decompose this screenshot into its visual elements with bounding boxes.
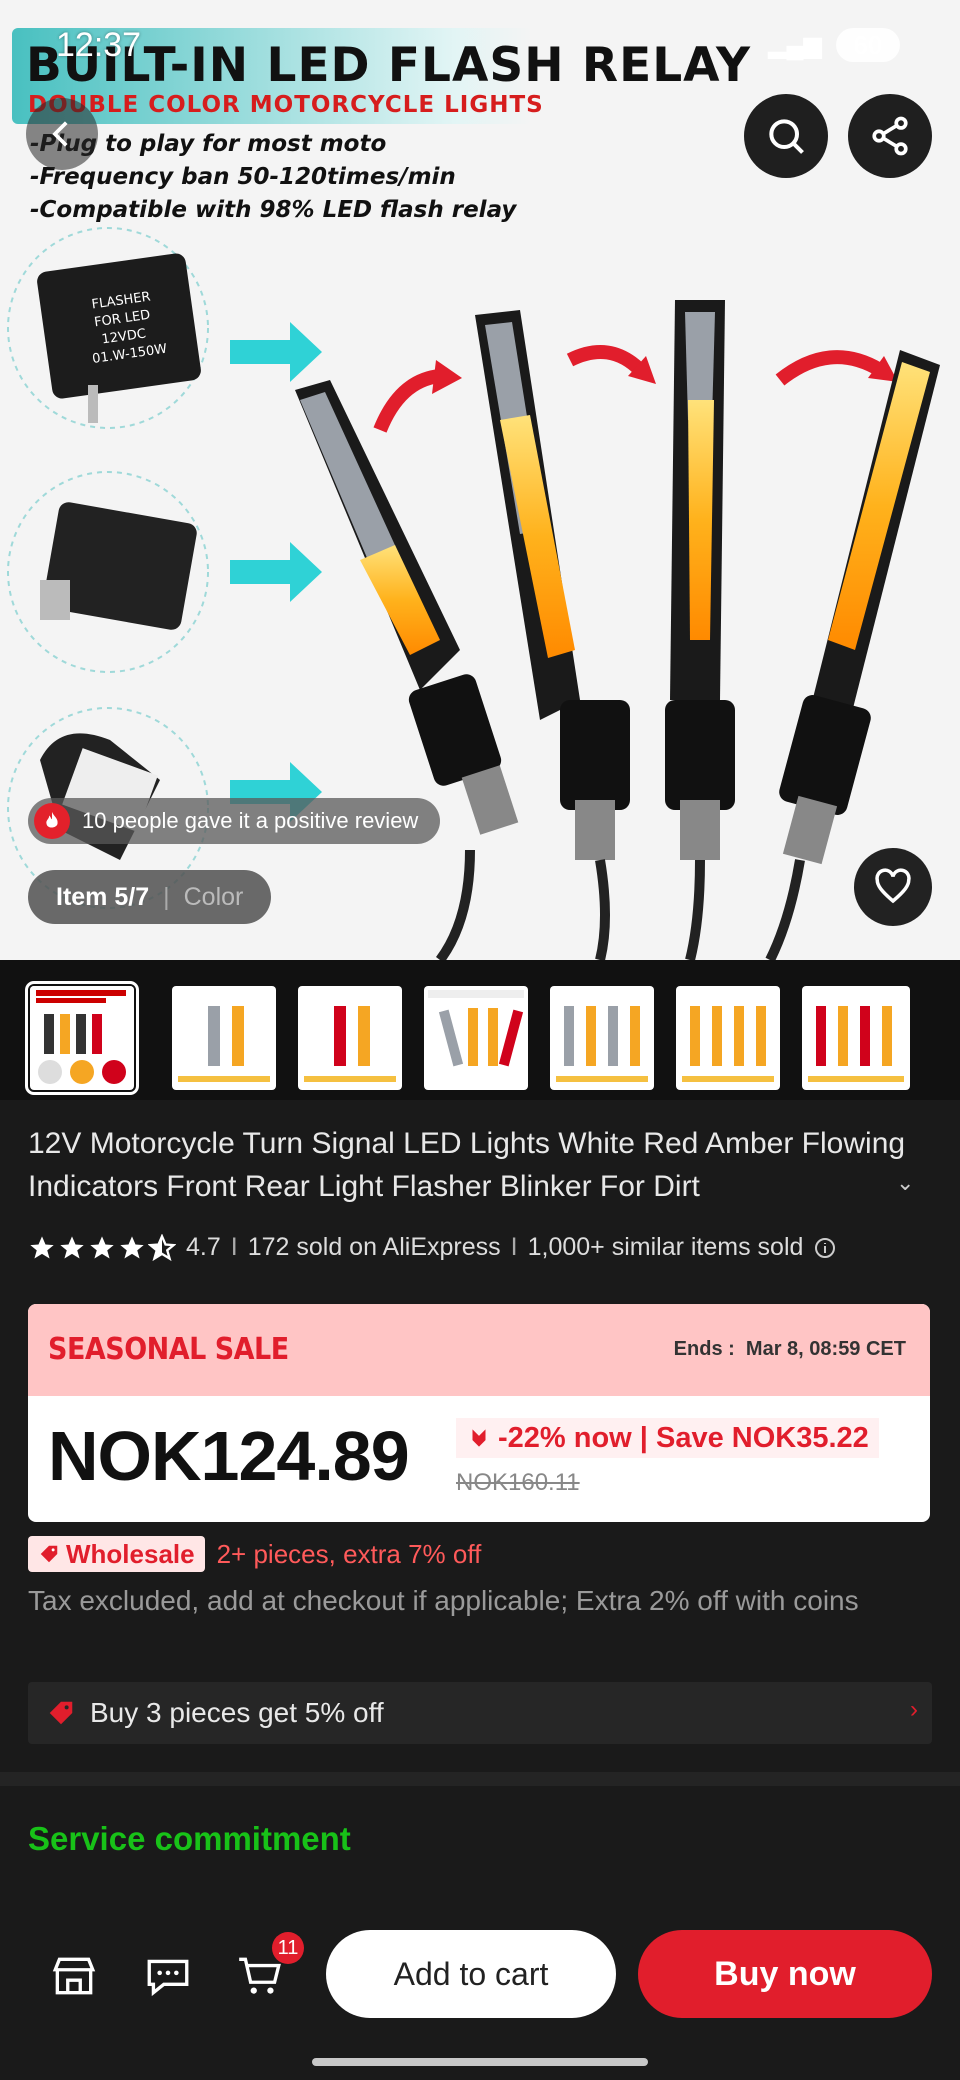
cart-count-badge: 11: [272, 1932, 304, 1964]
current-price: NOK124.89: [48, 1417, 410, 1495]
section-divider: [0, 1772, 960, 1786]
thumbnail[interactable]: [172, 986, 276, 1090]
sale-end-date: Mar 8, 08:59 CET: [745, 1338, 906, 1360]
sold-count: 172 sold on AliExpress: [247, 1233, 501, 1261]
search-button[interactable]: [744, 94, 828, 178]
color-tab[interactable]: Color: [184, 883, 244, 912]
battery-icon: 60: [836, 28, 900, 62]
wishlist-button[interactable]: [854, 848, 932, 926]
star-icon: [30, 1235, 54, 1258]
search-icon: [769, 119, 804, 154]
rating-row[interactable]: 4.7 I 172 sold on AliExpress I 1,000+ si…: [28, 1233, 837, 1262]
store-button[interactable]: [46, 1948, 102, 2004]
star-icon: [90, 1235, 114, 1258]
wholesale-tag: Wholesale: [28, 1536, 205, 1572]
coupon-tag-icon: [49, 1701, 73, 1725]
turn-signal-1: [295, 380, 519, 835]
turn-signal-4: [779, 350, 940, 865]
share-button[interactable]: [848, 94, 932, 178]
home-indicator[interactable]: [312, 2058, 648, 2066]
image-counter[interactable]: Item 5/7 | Color: [28, 870, 272, 924]
wholesale-offer: 2+ pieces, extra 7% off: [216, 1538, 482, 1569]
discount-badge: -22% now | Save NOK35.22: [456, 1418, 879, 1458]
star-icon: [60, 1235, 84, 1258]
signal-icon: ▂▄▆: [768, 31, 822, 59]
chevron-right-icon: ›: [894, 1022, 906, 1061]
flame-icon: [34, 803, 70, 839]
thumbnail[interactable]: [676, 986, 780, 1090]
star-half-icon: [148, 1233, 176, 1261]
product-title[interactable]: 12V Motorcycle Turn Signal LED Lights Wh…: [28, 1122, 908, 1208]
original-price: NOK160.11: [456, 1469, 580, 1496]
thumbnail[interactable]: [298, 986, 402, 1090]
chat-icon: [147, 1959, 189, 1997]
tax-note: Tax excluded, add at checkout if applica…: [28, 1585, 859, 1616]
product-image-gallery[interactable]: BUILT-IN LED FLASH RELAY DOUBLE COLOR MO…: [0, 0, 960, 960]
thumbnail[interactable]: [550, 986, 654, 1090]
chevron-down-icon[interactable]: ⌄: [896, 1170, 914, 1196]
wholesale-row[interactable]: Wholesale 2+ pieces, extra 7% off: [28, 1536, 481, 1572]
heart-icon: [875, 868, 911, 904]
promo-text: Buy 3 pieces get 5% off: [90, 1697, 384, 1728]
info-icon[interactable]: [813, 1236, 837, 1260]
store-icon: [52, 1957, 96, 1995]
chat-button[interactable]: [140, 1948, 196, 2004]
rating-stars: [28, 1233, 176, 1262]
service-commitment-title[interactable]: Service commitment: [28, 1820, 351, 1858]
thumbnail[interactable]: [424, 986, 528, 1090]
rating-value: 4.7: [186, 1233, 221, 1261]
promo-row[interactable]: Buy 3 pieces get 5% off ›: [28, 1682, 932, 1744]
star-icon: [120, 1235, 144, 1258]
down-arrow-icon: [472, 1429, 486, 1447]
sale-label: SEASONAL SALE: [48, 1332, 289, 1367]
review-text: 10 people gave it a positive review: [82, 808, 419, 833]
chevron-left-icon: [52, 121, 68, 147]
chevron-right-icon: ›: [910, 1696, 918, 1723]
item-counter: Item 5/7: [56, 882, 150, 911]
share-icon: [872, 116, 908, 156]
status-icons: ▂▄▆ 60: [768, 28, 900, 62]
similar-sold: 1,000+ similar items sold: [527, 1233, 804, 1261]
thumbnail-strip[interactable]: [0, 960, 960, 1100]
status-time: 12:37: [56, 26, 142, 64]
thumbnail[interactable]: [25, 981, 139, 1095]
sale-ends: Ends : Mar 8, 08:59 CET: [673, 1338, 906, 1360]
thumbnail-next-button[interactable]: ›: [880, 1012, 920, 1072]
turn-signal-3: [665, 300, 735, 860]
add-to-cart-button[interactable]: Add to cart: [326, 1930, 616, 2018]
seasonal-sale-card: SEASONAL SALE Ends : Mar 8, 08:59 CET NO…: [28, 1304, 930, 1522]
buy-now-button[interactable]: Buy now: [638, 1930, 932, 2018]
sale-header: SEASONAL SALE Ends : Mar 8, 08:59 CET: [28, 1304, 930, 1396]
back-button[interactable]: [26, 98, 98, 170]
positive-review-badge: 10 people gave it a positive review: [28, 798, 441, 844]
tag-icon: [40, 1545, 58, 1563]
